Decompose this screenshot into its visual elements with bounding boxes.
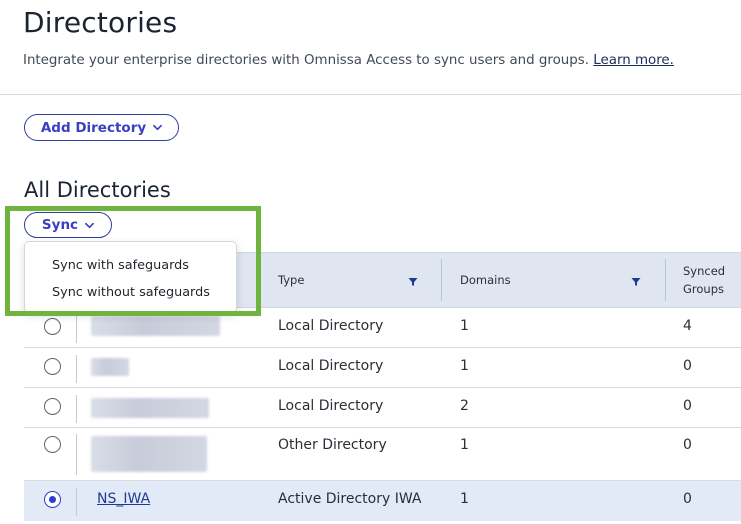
section-title: All Directories — [24, 178, 171, 202]
sync-label: Sync — [41, 217, 79, 233]
table-row[interactable]: Local Directory 1 0 — [24, 348, 741, 388]
column-separator — [76, 355, 77, 383]
cell-type: Local Directory — [278, 358, 384, 374]
row-radio[interactable] — [44, 436, 61, 453]
sync-button[interactable]: Sync — [24, 212, 112, 238]
cell-synced-groups: 0 — [683, 491, 692, 507]
row-radio[interactable] — [44, 358, 61, 375]
page-title: Directories — [23, 6, 178, 39]
synced-groups-line2: Groups — [683, 282, 725, 296]
column-separator — [441, 259, 442, 301]
menu-item-sync-without-safeguards[interactable]: Sync without safeguards — [52, 285, 210, 300]
chevron-down-icon — [153, 124, 163, 131]
cell-domains: 1 — [460, 318, 469, 334]
directory-name-link[interactable]: NS_IWA — [97, 491, 150, 507]
row-radio[interactable] — [44, 318, 61, 335]
column-header-synced-groups[interactable]: Synced Groups — [683, 253, 725, 307]
column-header-type[interactable]: Type — [278, 253, 304, 307]
learn-more-link[interactable]: Learn more. — [593, 53, 674, 68]
column-separator — [76, 434, 77, 475]
redacted-name — [91, 316, 220, 336]
synced-groups-line1: Synced — [683, 264, 726, 278]
cell-domains: 1 — [460, 437, 469, 453]
add-directory-button[interactable]: Add Directory — [24, 114, 179, 141]
column-separator — [76, 395, 77, 423]
cell-domains: 2 — [460, 398, 469, 414]
add-directory-label: Add Directory — [40, 119, 147, 136]
menu-item-sync-with-safeguards[interactable]: Sync with safeguards — [52, 258, 189, 273]
filter-icon[interactable] — [408, 277, 418, 287]
cell-domains: 1 — [460, 358, 469, 374]
cell-domains: 1 — [460, 491, 469, 507]
row-radio[interactable] — [44, 398, 61, 415]
redacted-name — [91, 398, 209, 418]
cell-type: Local Directory — [278, 398, 384, 414]
cell-synced-groups: 0 — [683, 358, 692, 374]
filter-icon[interactable] — [631, 277, 641, 287]
cell-type: Active Directory IWA — [278, 491, 422, 507]
chevron-down-icon — [85, 222, 94, 228]
cell-synced-groups: 0 — [683, 437, 692, 453]
description-text: Integrate your enterprise directories wi… — [23, 53, 590, 68]
redacted-name — [91, 436, 207, 472]
column-header-domains[interactable]: Domains — [460, 253, 511, 307]
column-separator — [76, 315, 77, 343]
table-row-selected[interactable]: NS_IWA Active Directory IWA 1 0 — [24, 481, 741, 521]
column-separator — [665, 259, 666, 301]
row-radio-selected[interactable] — [44, 491, 61, 508]
table-row[interactable]: Local Directory 1 4 — [24, 308, 741, 348]
cell-type: Local Directory — [278, 318, 384, 334]
cell-type: Other Directory — [278, 437, 387, 453]
header-divider — [0, 94, 741, 95]
cell-synced-groups: 0 — [683, 398, 692, 414]
directory-table-body: Local Directory 1 4 Local Directory 1 0 … — [24, 308, 741, 521]
page-description: Integrate your enterprise directories wi… — [23, 53, 674, 68]
redacted-name — [91, 358, 129, 376]
table-row[interactable]: Local Directory 2 0 — [24, 388, 741, 428]
table-row[interactable]: Other Directory 1 0 — [24, 428, 741, 481]
column-separator — [76, 488, 77, 516]
sync-dropdown-menu: Sync with safeguards Sync without safegu… — [24, 241, 237, 313]
cell-synced-groups: 4 — [683, 318, 692, 334]
